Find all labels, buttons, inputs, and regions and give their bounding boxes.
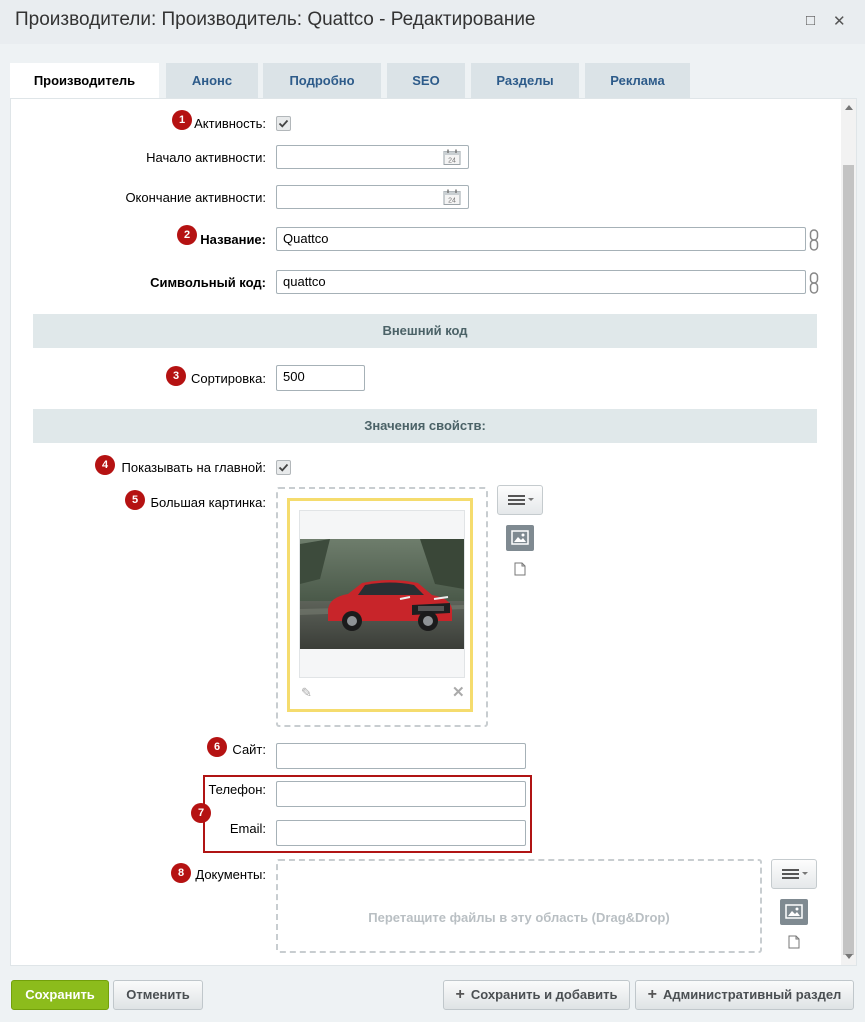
- show-on-main-checkbox[interactable]: [276, 460, 291, 475]
- scrollbar-thumb[interactable]: [843, 165, 854, 955]
- code-input[interactable]: quattco: [276, 270, 806, 294]
- name-label: Название:: [200, 232, 266, 247]
- scrollbar[interactable]: [841, 99, 856, 965]
- scroll-up-arrow-icon[interactable]: [845, 105, 853, 110]
- save-and-add-button[interactable]: + Сохранить и добавить: [443, 980, 630, 1010]
- image-icon[interactable]: [506, 525, 534, 551]
- active-from-label: Начало активности:: [146, 150, 266, 165]
- file-icon[interactable]: [788, 935, 800, 949]
- plus-icon: +: [647, 986, 658, 1003]
- tab-sections[interactable]: Разделы: [471, 63, 579, 98]
- car-image[interactable]: [300, 539, 464, 649]
- site-label: Сайт:: [232, 742, 266, 757]
- active-from-input[interactable]: [276, 145, 469, 169]
- image-icon[interactable]: [780, 899, 808, 925]
- maximize-icon[interactable]: □: [806, 12, 815, 29]
- chain-link-icon[interactable]: [809, 272, 819, 294]
- window-titlebar: Производители: Производитель: Quattco - …: [0, 0, 865, 45]
- code-label: Символьный код:: [150, 275, 266, 290]
- tab-advertising[interactable]: Реклама: [585, 63, 690, 98]
- image-preview-frame: ✎ ✕: [287, 498, 473, 712]
- tab-seo[interactable]: SEO: [387, 63, 465, 98]
- chain-link-icon[interactable]: [809, 229, 819, 251]
- calendar-day-text: 24: [448, 198, 456, 205]
- save-and-add-label: Сохранить и добавить: [470, 987, 618, 1002]
- admin-section-button[interactable]: + Административный раздел: [635, 980, 854, 1010]
- badge-3: 3: [166, 366, 186, 386]
- active-label: Активность:: [194, 116, 266, 131]
- badge-4: 4: [95, 455, 115, 475]
- bottom-toolbar: Сохранить Отменить + Сохранить и добавить…: [0, 966, 865, 1022]
- edit-pencil-icon[interactable]: ✎: [301, 685, 312, 701]
- active-to-input[interactable]: [276, 185, 469, 209]
- sort-input[interactable]: 500: [276, 365, 365, 391]
- tab-details[interactable]: Подробно: [263, 63, 381, 98]
- badge-5: 5: [125, 490, 145, 510]
- sort-label: Сортировка:: [191, 371, 266, 386]
- phone-input[interactable]: [276, 781, 526, 807]
- big-picture-label: Большая картинка:: [150, 495, 266, 510]
- calendar-icon[interactable]: 24: [443, 149, 461, 165]
- name-input[interactable]: Quattco: [276, 227, 806, 251]
- badge-1: 1: [172, 110, 192, 130]
- badge-7: 7: [191, 803, 211, 823]
- file-icon[interactable]: [514, 562, 526, 576]
- tab-manufacturer[interactable]: Производитель: [10, 63, 159, 99]
- documents-dropzone[interactable]: Перетащите файлы в эту область (Drag&Dro…: [276, 859, 762, 953]
- plus-icon: +: [455, 986, 465, 1003]
- image-menu-button[interactable]: [497, 485, 543, 515]
- menu-lines-icon: [782, 869, 808, 879]
- phone-label: Телефон:: [208, 782, 266, 797]
- cancel-button[interactable]: Отменить: [113, 980, 203, 1010]
- calendar-icon[interactable]: 24: [443, 189, 461, 205]
- window-title: Производители: Производитель: Quattco - …: [15, 9, 536, 30]
- properties-section: Значения свойств:: [33, 409, 817, 443]
- form-panel: 1 Активность: Начало активности: 24 Окон…: [10, 98, 857, 966]
- email-label: Email:: [229, 821, 266, 836]
- calendar-day-text: 24: [448, 158, 456, 165]
- menu-lines-icon: [508, 495, 534, 505]
- active-to-label: Окончание активности:: [125, 190, 266, 205]
- dropzone-text: Перетащите файлы в эту область (Drag&Dro…: [368, 910, 670, 925]
- image-thumbnail-container: [299, 510, 465, 678]
- badge-6: 6: [207, 737, 227, 757]
- badge-8: 8: [171, 863, 191, 883]
- delete-image-icon[interactable]: ✕: [452, 683, 465, 701]
- site-input[interactable]: [276, 743, 526, 769]
- scroll-down-arrow-icon[interactable]: [845, 954, 853, 959]
- email-input[interactable]: [276, 820, 526, 846]
- external-code-section[interactable]: Внешний код: [33, 314, 817, 348]
- documents-label: Документы:: [195, 867, 266, 882]
- close-icon[interactable]: ✕: [833, 12, 846, 30]
- documents-menu-button[interactable]: [771, 859, 817, 889]
- active-checkbox[interactable]: [276, 116, 291, 131]
- tab-announce[interactable]: Анонс: [166, 63, 258, 98]
- badge-2: 2: [177, 225, 197, 245]
- admin-section-label: Административный раздел: [663, 987, 842, 1002]
- show-on-main-label: Показывать на главной:: [121, 460, 266, 475]
- save-button[interactable]: Сохранить: [11, 980, 109, 1010]
